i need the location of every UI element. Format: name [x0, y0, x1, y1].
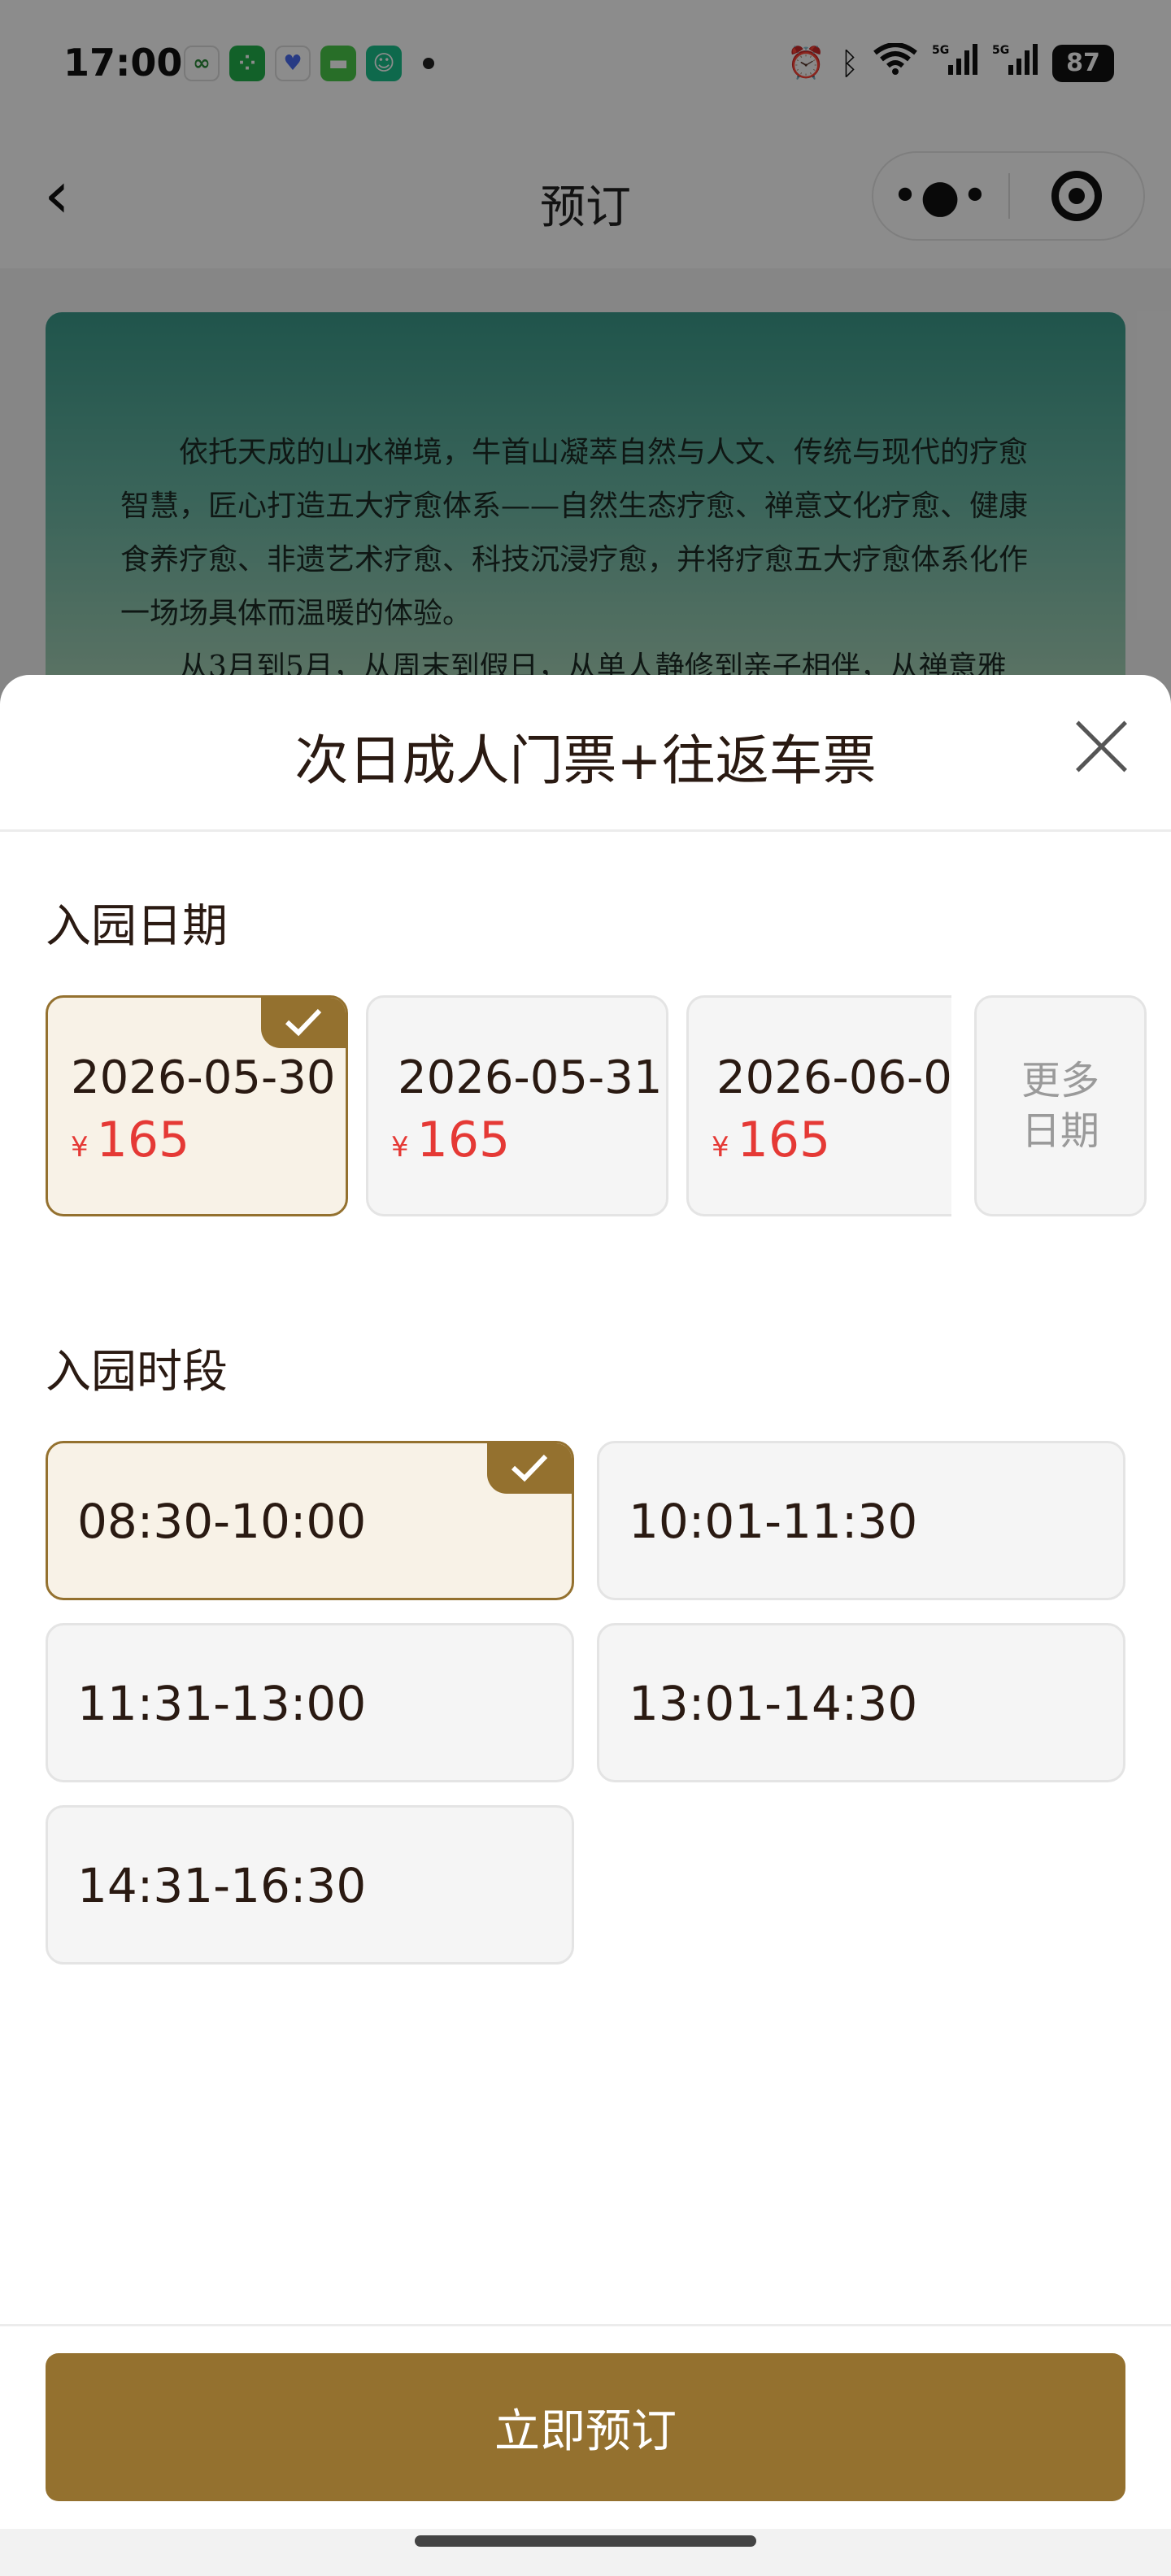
footer-divider [0, 2324, 1171, 2326]
time-slot-label: 14:31-16:30 [77, 1858, 367, 1913]
date-label: 2026-06-01 [716, 1051, 951, 1104]
sheet-title: 次日成人门票+往返车票 [294, 729, 877, 792]
home-indicator-area [0, 2529, 1171, 2576]
price: ¥165 [391, 1112, 510, 1168]
price: ¥165 [71, 1112, 189, 1168]
time-slot-label: 13:01-14:30 [629, 1676, 918, 1731]
home-indicator[interactable] [415, 2535, 756, 2547]
date-option[interactable]: 2026-06-01 ¥165 [686, 995, 951, 1216]
time-slot-option[interactable]: 14:31-16:30 [46, 1805, 574, 1965]
price-value: 165 [737, 1112, 831, 1168]
time-slot-option[interactable]: 08:30-10:00 [46, 1441, 574, 1600]
currency-symbol: ¥ [71, 1131, 89, 1164]
date-label: 2026-05-31 [398, 1051, 663, 1104]
booking-sheet: 次日成人门票+往返车票 入园日期 2026-05-30 ¥165 2026-05… [0, 675, 1171, 2576]
time-slot-label: 11:31-13:00 [77, 1676, 367, 1731]
divider [0, 829, 1171, 832]
date-section-label: 入园日期 [46, 900, 228, 953]
more-dates-button[interactable]: 更多日期 [974, 995, 1147, 1216]
selected-check-icon [487, 1443, 572, 1494]
close-icon[interactable] [1072, 717, 1130, 776]
selected-check-icon [261, 998, 346, 1048]
time-slot-option[interactable]: 13:01-14:30 [597, 1623, 1125, 1782]
time-slot-option[interactable]: 11:31-13:00 [46, 1623, 574, 1782]
currency-symbol: ¥ [391, 1131, 409, 1164]
date-option[interactable]: 2026-05-31 ¥165 [366, 995, 668, 1216]
time-slot-section-label: 入园时段 [46, 1346, 228, 1399]
more-dates-label: 更多日期 [1021, 1058, 1099, 1154]
currency-symbol: ¥ [712, 1131, 729, 1164]
price-value: 165 [96, 1112, 190, 1168]
date-label: 2026-05-30 [71, 1051, 336, 1104]
time-slot-option[interactable]: 10:01-11:30 [597, 1441, 1125, 1600]
time-slot-label: 10:01-11:30 [629, 1494, 918, 1549]
price: ¥165 [712, 1112, 830, 1168]
time-slot-label: 08:30-10:00 [77, 1494, 367, 1549]
date-option[interactable]: 2026-05-30 ¥165 [46, 995, 348, 1216]
price-value: 165 [416, 1112, 511, 1168]
book-now-button[interactable]: 立即预订 [46, 2353, 1125, 2501]
